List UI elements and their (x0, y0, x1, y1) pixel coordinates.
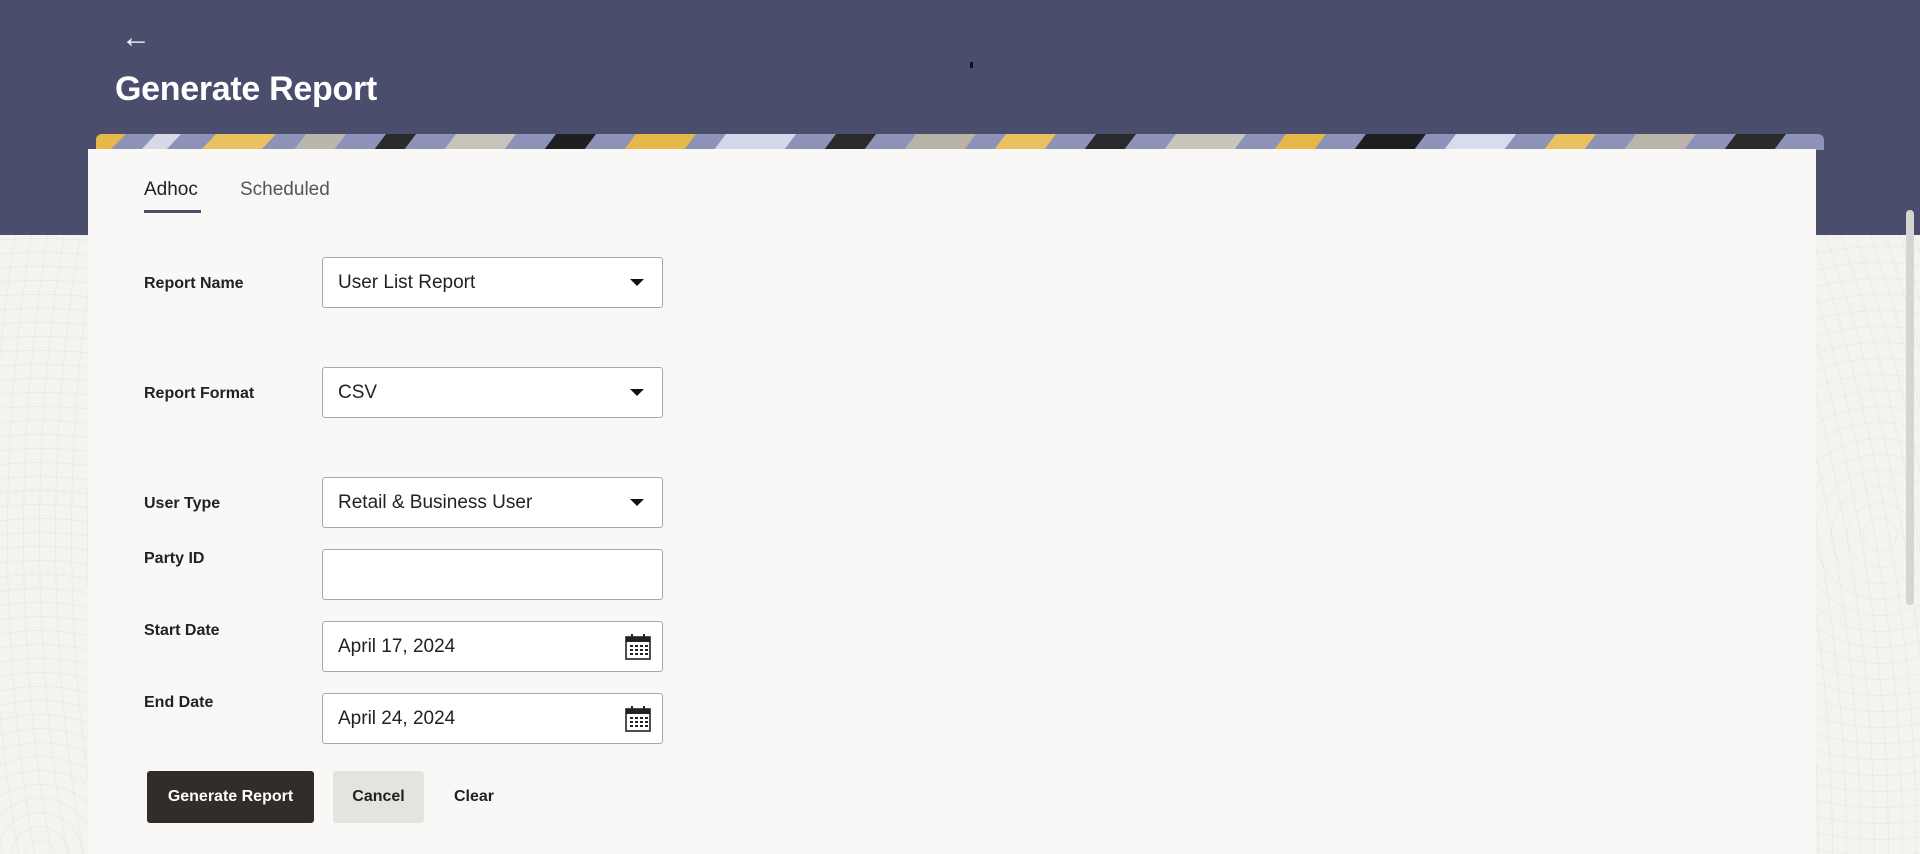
chevron-down-icon (630, 389, 644, 396)
report-form-card: Adhoc Scheduled Report Name User List Re… (88, 149, 1816, 854)
decorative-banner (96, 134, 1824, 150)
page-title: Generate Report (115, 70, 377, 108)
start-date-value: April 17, 2024 (338, 636, 456, 657)
active-tab-indicator (144, 210, 201, 213)
page-scrollbar[interactable] (1906, 210, 1914, 605)
end-date-value: April 24, 2024 (338, 708, 456, 729)
tab-scheduled-label: Scheduled (240, 179, 330, 200)
back-arrow-icon[interactable]: ← (120, 22, 152, 54)
chevron-down-icon (630, 499, 644, 506)
tab-scheduled[interactable]: Scheduled (240, 179, 330, 213)
cancel-button[interactable]: Cancel (333, 771, 424, 823)
party-id-input[interactable] (322, 549, 663, 600)
generate-report-button[interactable]: Generate Report (147, 771, 314, 823)
start-date-input[interactable]: April 17, 2024 (322, 621, 663, 672)
clear-button[interactable]: Clear (443, 771, 505, 823)
user-type-value: Retail & Business User (338, 492, 533, 513)
report-name-value: User List Report (338, 272, 476, 293)
start-date-label: Start Date (144, 622, 220, 639)
user-type-label: User Type (144, 495, 221, 512)
end-date-label: End Date (144, 694, 214, 711)
report-format-select[interactable]: CSV (322, 367, 663, 418)
tab-adhoc-label: Adhoc (144, 179, 198, 200)
report-format-label: Report Format (144, 385, 255, 402)
report-name-label: Report Name (144, 275, 244, 292)
chevron-down-icon (630, 279, 644, 286)
calendar-icon[interactable] (624, 705, 652, 733)
header-mark (970, 62, 973, 68)
report-format-value: CSV (338, 382, 378, 403)
report-name-select[interactable]: User List Report (322, 257, 663, 308)
user-type-select[interactable]: Retail & Business User (322, 477, 663, 528)
end-date-input[interactable]: April 24, 2024 (322, 693, 663, 744)
calendar-icon[interactable] (624, 633, 652, 661)
tab-adhoc[interactable]: Adhoc (144, 179, 201, 213)
party-id-label: Party ID (144, 550, 205, 567)
